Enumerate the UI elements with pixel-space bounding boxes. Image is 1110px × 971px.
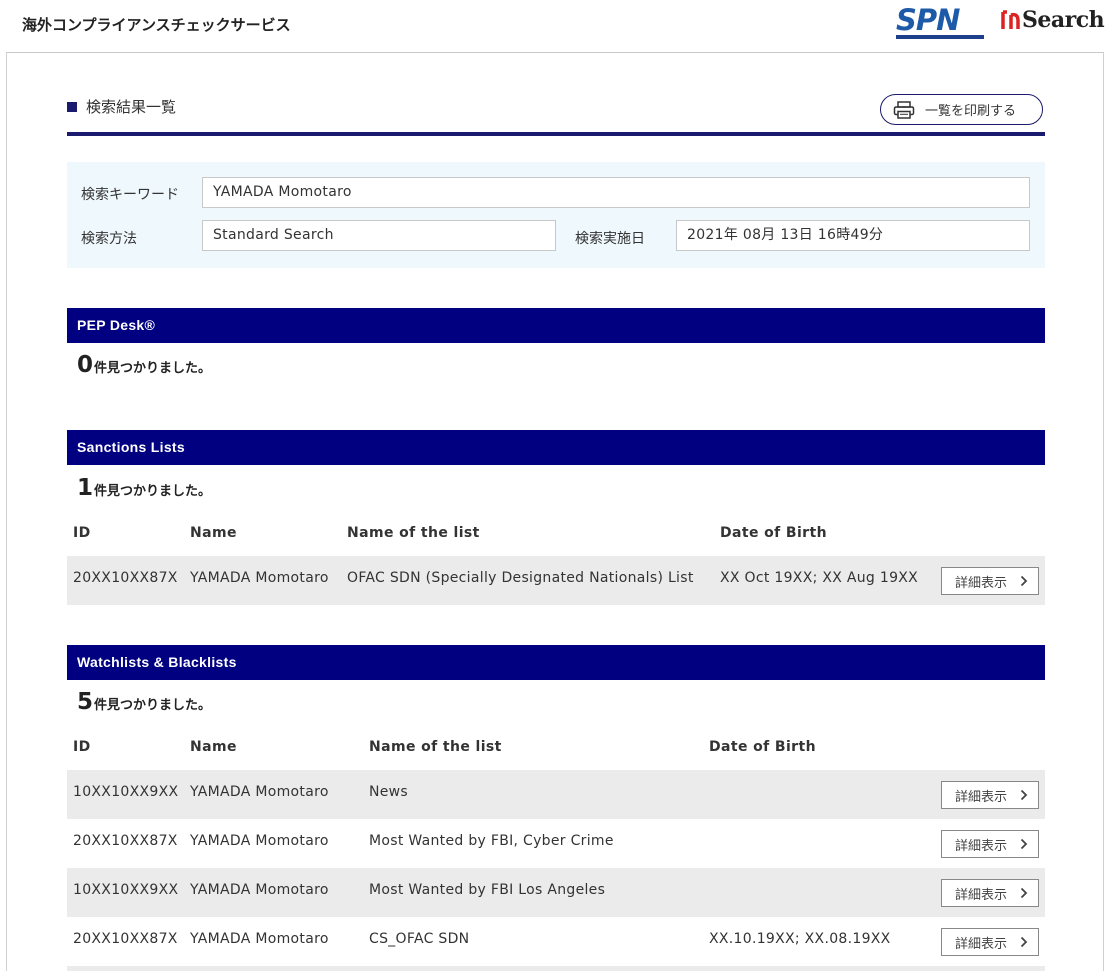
keyword-field: YAMADA Momotaro <box>202 177 1030 208</box>
table-row: 10XX10XX9XX YAMADA Momotaro News 詳細表示 <box>67 770 1045 819</box>
keyword-label: 検索キーワード <box>81 187 179 203</box>
row-id: 20XX10XX87X <box>73 570 178 586</box>
row-list: Most Wanted by FBI Los Angeles <box>369 882 606 898</box>
watchlists-result-count: 5件見つかりました。 <box>77 689 211 715</box>
watchlists-count-number: 5 <box>77 689 94 715</box>
row-name: YAMADA Momotaro <box>190 833 329 849</box>
detail-view-label: 詳細表示 <box>955 887 1008 903</box>
sanctions-count-suffix: 件見つかりました。 <box>94 484 212 499</box>
title-square-icon <box>67 101 77 112</box>
chevron-right-icon <box>1020 789 1028 801</box>
sanctions-col-dob: Date of Birth <box>720 525 827 541</box>
row-name: YAMADA Momotaro <box>190 570 329 586</box>
row-list: OFAC SDN (Specially Designated Nationals… <box>347 570 694 586</box>
spn-logo-text: SPN <box>896 3 960 37</box>
page-title-text: 検索結果一覧 <box>86 98 177 116</box>
pep-count-suffix: 件見つかりました。 <box>94 361 212 376</box>
row-name: YAMADA Momotaro <box>190 931 329 947</box>
row-id: 10XX10XX9XX <box>73 784 179 800</box>
table-row: 20XX10XX87X YAMADA Momotaro CS_OFAC SDN … <box>67 917 1045 966</box>
sanctions-col-name: Name <box>190 525 237 541</box>
method-field: Standard Search <box>202 220 556 251</box>
date-field: 2021年 08月 13日 16時49分 <box>676 220 1030 251</box>
sanctions-lists-header: Sanctions Lists <box>67 430 1045 465</box>
row-name: YAMADA Momotaro <box>190 882 329 898</box>
page-title: 検索結果一覧 <box>67 96 176 117</box>
app-header: 海外コンプライアンスチェックサービス SPN Search <box>6 0 1105 53</box>
table-row: 10XX10XX9XX YAMADA Momotaro Most Wanted … <box>67 868 1045 917</box>
watchlists-col-id: ID <box>73 739 91 755</box>
search-logo-text: Search <box>1022 7 1105 33</box>
watchlists-col-list: Name of the list <box>369 739 502 755</box>
detail-view-button[interactable]: 詳細表示 <box>941 879 1039 907</box>
watchlists-header: Watchlists & Blacklists <box>67 645 1045 680</box>
row-id: 20XX10XX87X <box>73 931 178 947</box>
chevron-right-icon <box>1020 887 1028 899</box>
detail-view-label: 詳細表示 <box>955 575 1008 591</box>
watchlists-col-dob: Date of Birth <box>709 739 816 755</box>
table-row: 20XX10XX87X YAMADA Momotaro Most Wanted … <box>67 819 1045 868</box>
row-list: News <box>369 784 409 800</box>
detail-view-label: 詳細表示 <box>955 936 1008 952</box>
title-divider <box>67 132 1045 136</box>
pep-result-count: 0件見つかりました。 <box>77 352 211 378</box>
sanctions-col-id: ID <box>73 525 91 541</box>
frame-left-border <box>6 52 7 971</box>
detail-view-label: 詳細表示 <box>955 789 1008 805</box>
detail-view-button[interactable]: 詳細表示 <box>941 928 1039 956</box>
watchlists-col-name: Name <box>190 739 237 755</box>
detail-view-button[interactable]: 詳細表示 <box>941 830 1039 858</box>
pep-count-number: 0 <box>77 352 94 378</box>
row-dob: XX Oct 19XX; XX Aug 19XX <box>720 570 919 586</box>
row-list: CS_OFAC SDN <box>369 931 470 947</box>
table-row-partial <box>67 966 1045 971</box>
date-label: 検索実施日 <box>575 231 645 247</box>
detail-view-button[interactable]: 詳細表示 <box>941 781 1039 809</box>
row-id: 20XX10XX87X <box>73 833 178 849</box>
row-id: 10XX10XX9XX <box>73 882 179 898</box>
detail-view-button[interactable]: 詳細表示 <box>941 567 1039 595</box>
printer-icon <box>893 100 915 119</box>
chevron-right-icon <box>1020 575 1028 587</box>
row-dob: XX.10.19XX; XX.08.19XX <box>709 931 891 947</box>
row-list: Most Wanted by FBI, Cyber Crime <box>369 833 614 849</box>
chevron-right-icon <box>1020 838 1028 850</box>
method-label: 検索方法 <box>81 231 137 247</box>
search-logo: Search <box>1000 6 1105 34</box>
sanctions-col-list: Name of the list <box>347 525 480 541</box>
print-list-label: 一覧を印刷する <box>925 104 1017 119</box>
sanctions-count-number: 1 <box>77 475 94 501</box>
app-title: 海外コンプライアンスチェックサービス <box>22 16 291 34</box>
frame-right-border <box>1103 52 1104 971</box>
spn-logo: SPN <box>896 5 988 39</box>
row-name: YAMADA Momotaro <box>190 784 329 800</box>
pep-desk-header: PEP Desk® <box>67 308 1045 343</box>
detail-view-label: 詳細表示 <box>955 838 1008 854</box>
chevron-right-icon <box>1020 936 1028 948</box>
search-logo-mark-icon <box>1000 9 1022 31</box>
print-list-button[interactable]: 一覧を印刷する <box>880 94 1043 125</box>
sanctions-result-count: 1件見つかりました。 <box>77 475 211 501</box>
table-row: 20XX10XX87X YAMADA Momotaro OFAC SDN (Sp… <box>67 556 1045 605</box>
search-criteria-panel: 検索キーワード YAMADA Momotaro 検索方法 Standard Se… <box>67 162 1045 268</box>
watchlists-count-suffix: 件見つかりました。 <box>94 698 212 713</box>
